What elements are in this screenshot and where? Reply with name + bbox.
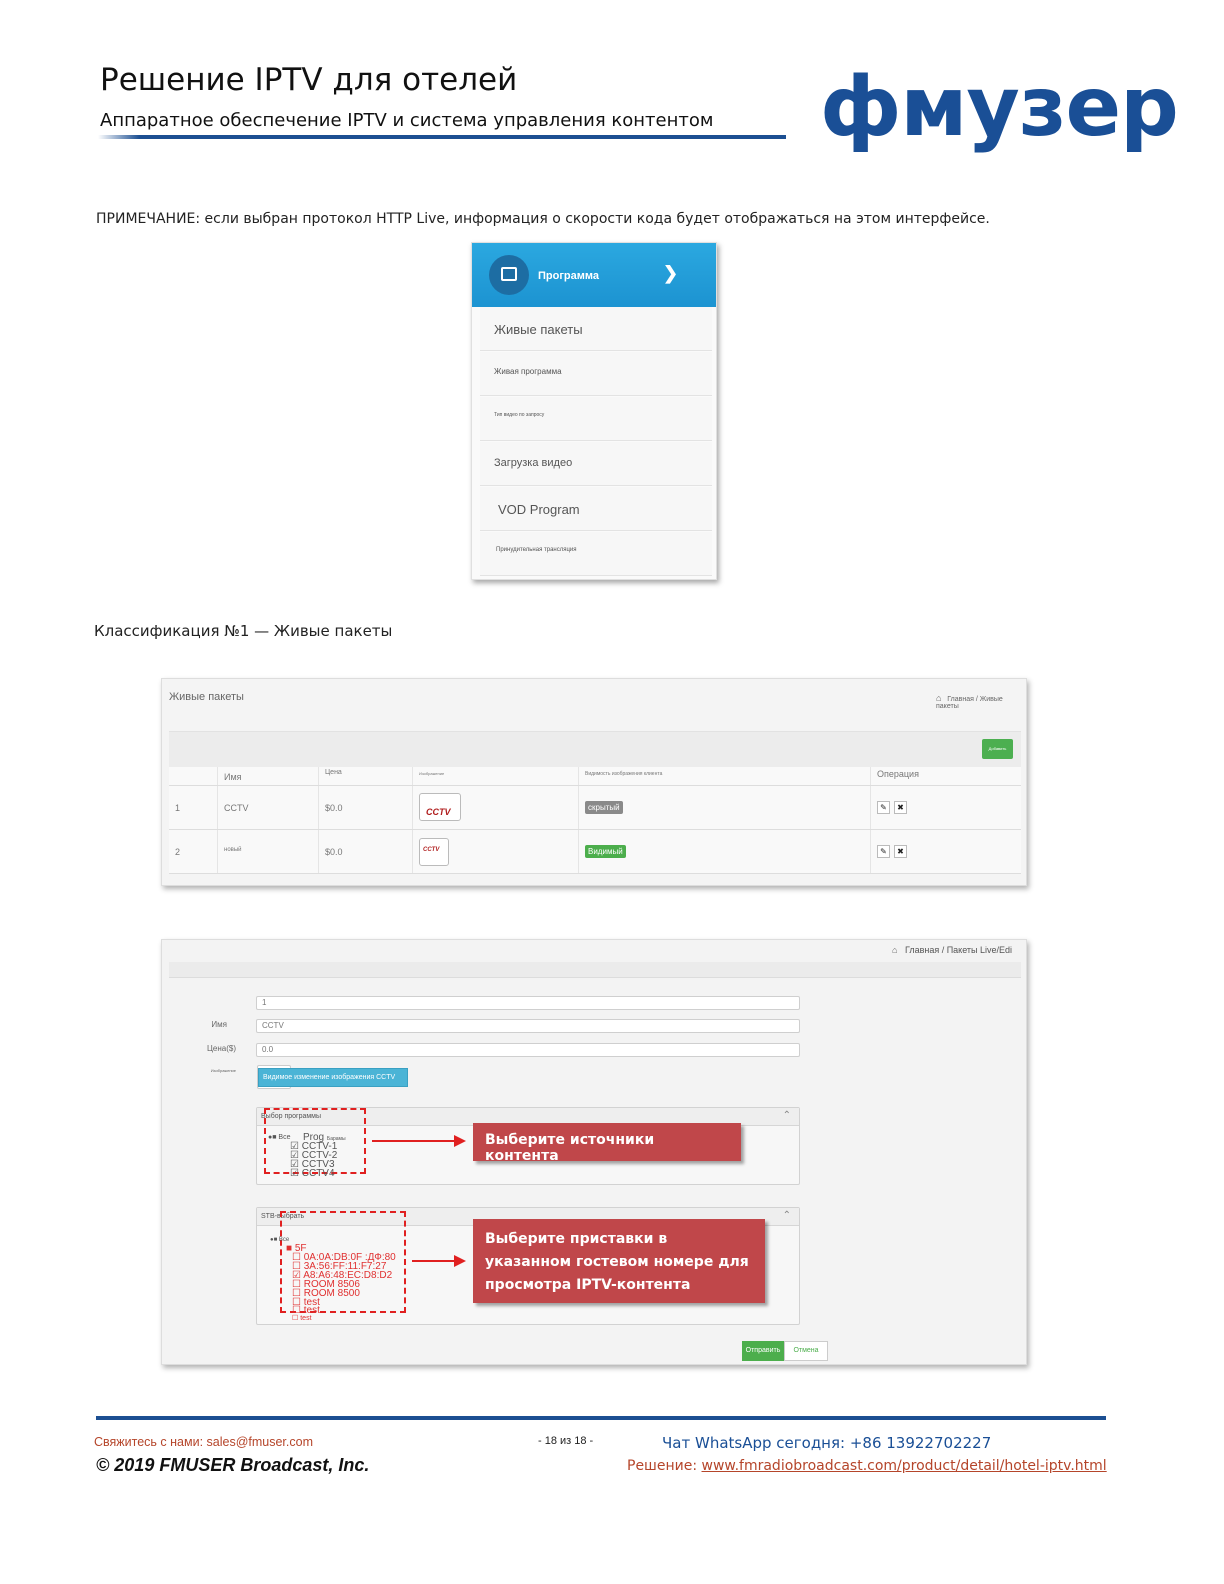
pencil-icon[interactable]: ✎ [877, 845, 890, 858]
column-header: Операция [877, 769, 919, 779]
pencil-icon[interactable]: ✎ [877, 801, 890, 814]
column-header: Цена [325, 769, 342, 776]
status-badge: Видимый [585, 845, 626, 858]
menu-item-live-program[interactable]: Живая программа [480, 352, 712, 396]
chevron-up-icon[interactable]: ⌃ [783, 1110, 791, 1121]
film-icon [489, 255, 529, 295]
callout-content-sources: Выберите источники контента [473, 1123, 741, 1164]
footer-divider [96, 1416, 1106, 1420]
column-header: Изображение [419, 771, 445, 776]
menu-item-vod-type[interactable]: Тип видео по запросу [480, 397, 712, 441]
copyright-icon: © [96, 1455, 110, 1475]
chevron-up-icon[interactable]: ⌃ [783, 1210, 791, 1221]
header-divider [98, 135, 786, 139]
menu-header-label: Программа [538, 270, 600, 282]
chevron-right-icon: ❯ [663, 263, 679, 283]
status-badge: скрытый [585, 801, 623, 814]
close-icon[interactable]: ✖ [894, 801, 907, 814]
package-thumbnail: CCTV [419, 793, 461, 821]
edit-package-screenshot: ⌂ Главная / Пакеты Live/Edi 1 Имя CCTV Ц… [161, 939, 1027, 1365]
toolbar-band [169, 731, 1021, 767]
change-image-button[interactable]: Видимое изменение изображения CCTV [258, 1068, 408, 1087]
field-label: Имя [211, 1020, 227, 1029]
menu-header-program[interactable]: Программа ❯ [472, 243, 716, 307]
id-field[interactable]: 1 [256, 996, 800, 1010]
section-caption: Классификация №1 — Живые пакеты [94, 622, 393, 640]
table-row: 2 новый $0.0 CCTV Видимый ✎ ✖ [169, 830, 1021, 874]
package-thumbnail: CCTV [419, 838, 449, 866]
document-title: Решение IPTV для отелей [100, 62, 518, 98]
breadcrumb: ⌂ Главная / Живые пакеты [936, 693, 1003, 710]
toolbar-band [169, 962, 1021, 978]
page-number: - 18 из 18 - [538, 1435, 594, 1447]
footer-whatsapp[interactable]: Чат WhatsApp сегодня: +86 13922702227 [662, 1434, 991, 1452]
column-header: Имя [224, 772, 242, 782]
menu-item-vod-program[interactable]: VOD Program [480, 487, 712, 531]
document-subtitle: Аппаратное обеспечение IPTV и система уп… [100, 110, 714, 131]
table-header-row: Имя Цена Изображение Видимость изображен… [169, 767, 1021, 786]
tree-node-cctv4[interactable]: ☑ CCTV4 [290, 1169, 335, 1179]
menu-item-live-packages[interactable]: Живые пакеты [480, 307, 712, 351]
arrow-head-icon [454, 1135, 466, 1147]
fmuser-logo: фмузер [820, 60, 1179, 155]
tree-node-all[interactable]: ●■ Все [268, 1133, 290, 1142]
footer-solution-link[interactable]: Решение: www.fmradiobroadcast.com/produc… [627, 1458, 1107, 1474]
footer-copyright: © 2019 FMUSER Broadcast, Inc. [96, 1455, 370, 1475]
add-button[interactable]: Добавить [982, 739, 1013, 759]
arrow-stb [412, 1260, 456, 1262]
arrow-head-icon [454, 1255, 466, 1267]
note-text: ПРИМЕЧАНИЕ: если выбран протокол HTTP Li… [96, 211, 990, 227]
live-packages-screenshot: Живые пакеты ⌂ Главная / Живые пакеты До… [161, 678, 1027, 886]
footer-contact[interactable]: Свяжитесь с нами: sales@fmuser.com [94, 1435, 313, 1449]
arrow-content [372, 1140, 456, 1142]
cancel-button[interactable]: Отмена [784, 1341, 828, 1361]
field-label: Изображение [210, 1068, 236, 1073]
price-field[interactable]: 0.0 [256, 1043, 800, 1057]
home-icon: ⌂ [936, 693, 942, 703]
column-header: Видимость изображения клиента [585, 771, 663, 777]
field-label: Цена($) [206, 1044, 236, 1053]
menu-item-forced-broadcast[interactable]: Принудительная трансляция [480, 532, 712, 576]
close-icon[interactable]: ✖ [894, 845, 907, 858]
table-row: 1 CCTV $0.0 CCTV скрытый ✎ ✖ [169, 786, 1021, 830]
home-icon: ⌂ [892, 945, 898, 955]
callout-stb-select: Выберите приставки в указанном гостевом … [473, 1219, 765, 1303]
live-packages-title: Живые пакеты [169, 691, 244, 703]
menu-item-video-upload[interactable]: Загрузка видео [480, 442, 712, 486]
name-field[interactable]: CCTV [256, 1019, 800, 1033]
tree-node-stb[interactable]: ☐ test [292, 1314, 312, 1323]
breadcrumb: ⌂ Главная / Пакеты Live/Edi [892, 945, 1013, 955]
submit-button[interactable]: Отправить [742, 1341, 784, 1361]
program-menu-screenshot: Программа ❯ Живые пакеты Живая программа… [471, 242, 717, 580]
